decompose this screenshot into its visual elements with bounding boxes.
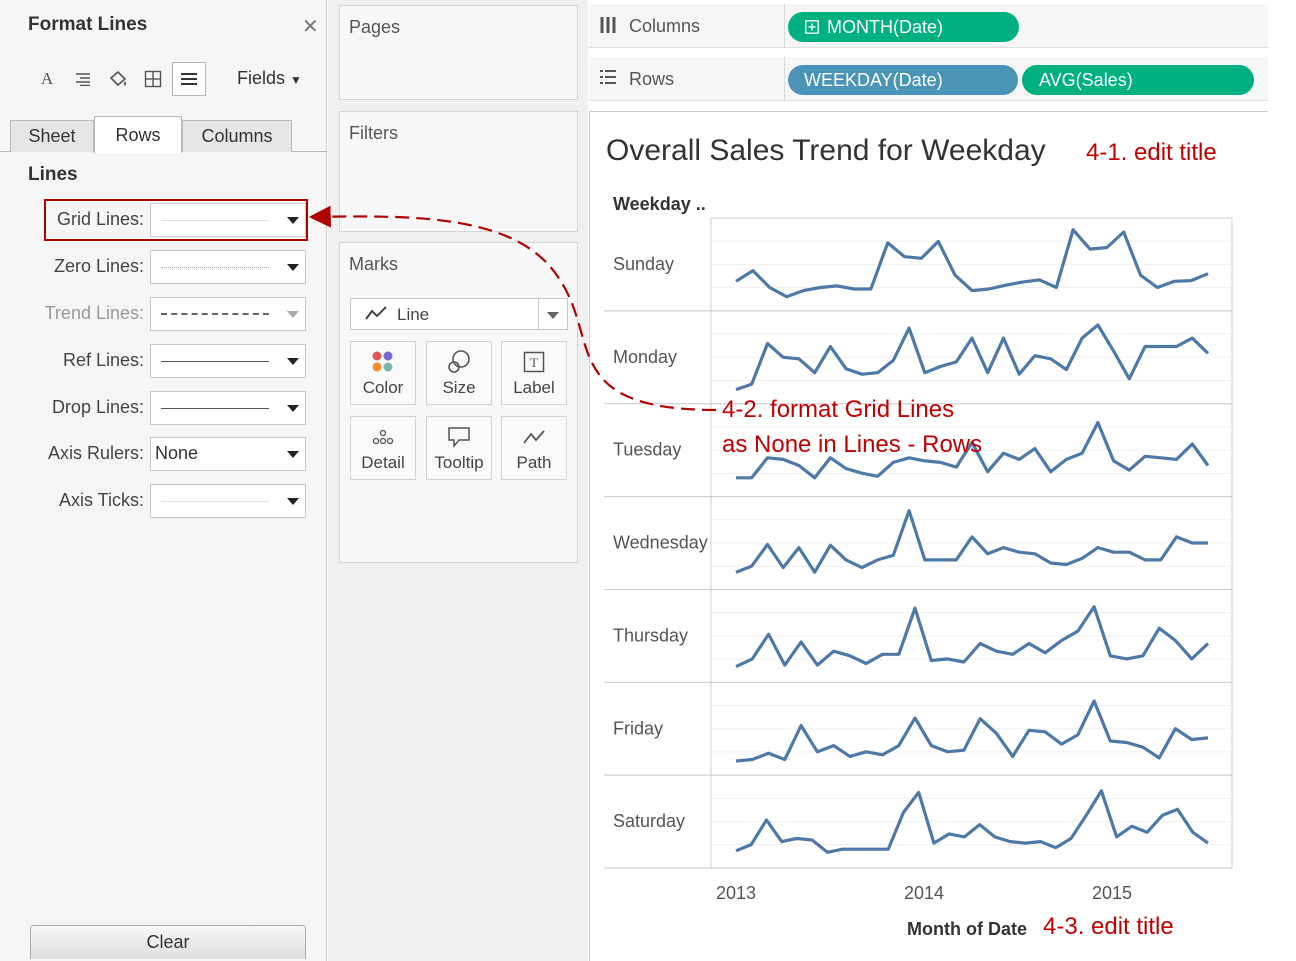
x-axis-title[interactable]: Month of Date — [907, 919, 1027, 940]
series-line-thursday[interactable] — [735, 605, 1210, 669]
weekday-label[interactable]: Monday — [613, 347, 677, 367]
x-tick-label: 2013 — [716, 883, 756, 903]
weekday-label[interactable]: Thursday — [613, 625, 688, 645]
series-line-sunday[interactable] — [735, 228, 1209, 299]
x-tick-label: 2014 — [904, 883, 944, 903]
weekday-label[interactable]: Wednesday — [613, 533, 708, 553]
weekday-label[interactable]: Friday — [613, 718, 663, 738]
weekday-label[interactable]: Tuesday — [613, 440, 681, 460]
annotation-format-grid-lines-1: 4-2. format Grid Lines — [722, 396, 955, 423]
weekday-label[interactable]: Saturday — [613, 811, 685, 831]
x-tick-label: 2015 — [1092, 883, 1132, 903]
annotation-edit-title-1: 4-1. edit title — [1086, 139, 1217, 166]
annotation-edit-title-3: 4-3. edit title — [1043, 913, 1174, 940]
annotation-format-grid-lines-2: as None in Lines - Rows — [722, 431, 983, 458]
weekday-label[interactable]: Sunday — [613, 254, 674, 274]
tableau-workspace: Format Lines ✕ A Fields ▼ Sheet Rows Col… — [0, 0, 1296, 961]
